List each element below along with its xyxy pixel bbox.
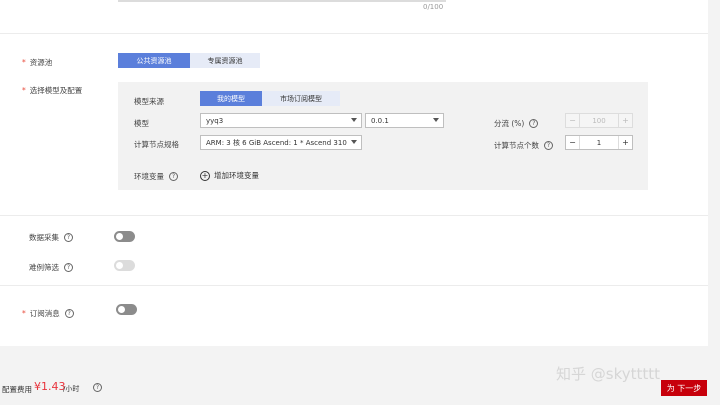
resource-pool-label: * 资源池 <box>22 57 52 68</box>
help-icon[interactable]: ? <box>169 172 178 181</box>
help-icon[interactable]: ? <box>93 383 102 392</box>
resource-pool-segment: 公共资源池 专属资源池 <box>118 53 260 68</box>
subscribe-label-text: 订阅消息 <box>29 309 60 318</box>
model-config-label: * 选择模型及配置 <box>22 85 82 96</box>
help-icon[interactable]: ? <box>64 309 74 318</box>
required-mark: * <box>22 58 26 67</box>
model-select-value: yyq3 <box>206 116 224 125</box>
public-pool-option[interactable]: 公共资源池 <box>118 53 190 68</box>
hard-example-label-text: 难例筛选 <box>29 263 59 272</box>
form-panel: 0/100 * 资源池 公共资源池 专属资源池 * 选择模型及配置 模型来源 我… <box>0 0 708 346</box>
model-config-label-text: 选择模型及配置 <box>29 86 83 95</box>
description-textarea-bottom[interactable] <box>118 0 446 2</box>
data-collection-toggle[interactable] <box>114 231 135 242</box>
help-icon[interactable]: ? <box>529 119 539 128</box>
hard-example-label: 难例筛选 ? <box>29 262 73 273</box>
market-model-option[interactable]: 市场订阅模型 <box>262 91 340 106</box>
traffic-stepper[interactable]: − 100 + <box>565 113 633 128</box>
traffic-value[interactable]: 100 <box>580 114 618 127</box>
node-count-label-text: 计算节点个数 <box>494 141 539 150</box>
model-source-label: 模型来源 <box>134 97 164 106</box>
next-button[interactable]: 为 下一步 <box>661 380 707 396</box>
divider <box>0 215 708 216</box>
help-icon[interactable]: ? <box>544 141 553 150</box>
data-collection-label-text: 数据采集 <box>29 233 59 242</box>
dedicated-pool-option[interactable]: 专属资源池 <box>190 53 260 68</box>
chevron-down-icon <box>351 140 357 144</box>
model-select[interactable]: yyq3 <box>200 113 362 128</box>
char-counter: 0/100 <box>423 3 444 11</box>
hard-example-toggle[interactable] <box>114 260 135 271</box>
subscribe-label: * 订阅消息 ? <box>22 308 74 319</box>
fee-label: 配置费用 <box>2 385 32 394</box>
plus-icon[interactable]: + <box>618 114 632 127</box>
spec-select-value: ARM: 3 核 6 GiB Ascend: 1 * Ascend 310 <box>206 138 347 147</box>
spec-label: 计算节点规格 <box>134 140 179 149</box>
model-source-segment: 我的模型 市场订阅模型 <box>200 91 340 106</box>
env-label: 环境变量 ? <box>134 171 178 182</box>
chevron-down-icon <box>351 118 357 122</box>
spec-select[interactable]: ARM: 3 核 6 GiB Ascend: 1 * Ascend 310 <box>200 135 362 150</box>
node-count-stepper[interactable]: − 1 + <box>565 135 633 150</box>
minus-icon[interactable]: − <box>566 136 580 149</box>
add-env-button[interactable]: + 增加环境变量 <box>200 170 259 181</box>
chevron-down-icon <box>433 118 439 122</box>
data-collection-label: 数据采集 ? <box>29 232 73 243</box>
version-select[interactable]: 0.0.1 <box>365 113 444 128</box>
node-count-value[interactable]: 1 <box>580 136 618 149</box>
env-label-text: 环境变量 <box>134 172 164 181</box>
traffic-label: 分流 (%) ? <box>494 118 539 129</box>
resource-pool-label-text: 资源池 <box>29 58 53 67</box>
plus-icon[interactable]: + <box>618 136 632 149</box>
help-icon[interactable]: ? <box>64 263 73 272</box>
node-count-label: 计算节点个数 ? <box>494 140 553 151</box>
traffic-label-text: 分流 (%) <box>494 119 525 128</box>
fee-price: ¥1.43 <box>34 380 66 393</box>
model-label: 模型 <box>134 119 149 128</box>
fee-unit: /小时 <box>63 385 80 393</box>
version-select-value: 0.0.1 <box>371 116 389 125</box>
required-mark: * <box>22 309 26 318</box>
add-circle-icon: + <box>200 170 210 181</box>
required-mark: * <box>22 86 26 95</box>
divider <box>0 285 708 286</box>
watermark: 知乎 @skyttttt <box>556 365 661 383</box>
my-model-option[interactable]: 我的模型 <box>200 91 262 106</box>
help-icon[interactable]: ? <box>64 233 73 242</box>
minus-icon[interactable]: − <box>566 114 580 127</box>
subscribe-toggle[interactable] <box>116 304 137 315</box>
divider <box>0 33 708 34</box>
add-env-label: 增加环境变量 <box>214 171 259 180</box>
